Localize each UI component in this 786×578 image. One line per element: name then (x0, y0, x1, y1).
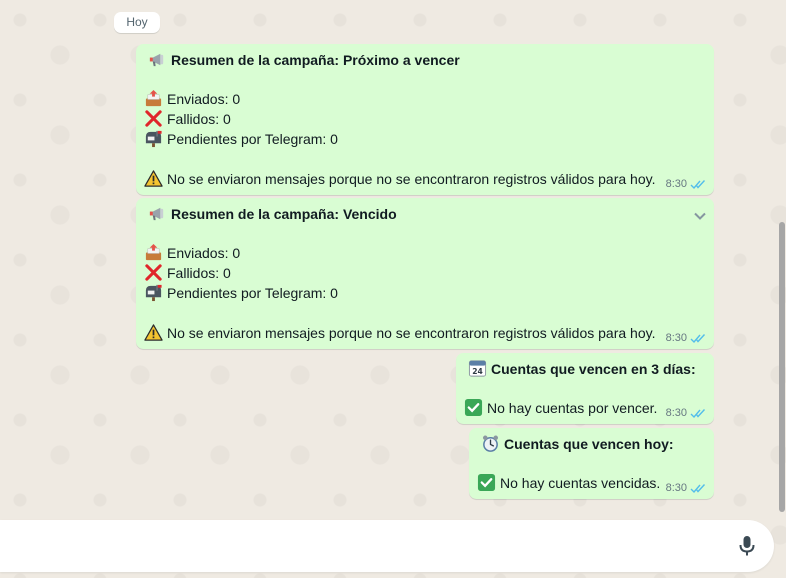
message-title: Resumen de la campaña: Vencido (171, 206, 397, 222)
warning-text: No se enviaron mensajes porque no se enc… (167, 325, 656, 341)
calendar-icon: 24 (468, 359, 487, 378)
sent-count: Enviados: 0 (167, 245, 241, 261)
message-title-row: Resumen de la campaña: Vencido (148, 204, 397, 223)
pending-row: Pendientes por Telegram: 0 (144, 283, 338, 302)
warning-row: No se enviaron mensajes porque no se enc… (144, 323, 655, 342)
message-bubble-expiring-today[interactable]: Cuentas que vencen hoy: No hay cuentas v… (469, 428, 714, 499)
message-time: 8:30 (665, 482, 687, 494)
mailbox-icon (144, 283, 163, 302)
alarm-clock-icon (481, 434, 500, 453)
body-row: No hay cuentas por vencer. (464, 398, 657, 417)
failed-count: Fallidos: 0 (167, 111, 231, 127)
message-meta: 8:30 (666, 482, 706, 494)
warning-icon (144, 323, 163, 342)
message-time: 8:30 (665, 332, 687, 344)
message-title-row: 24 Cuentas que vencen en 3 días: (468, 359, 696, 378)
cross-mark-icon (144, 109, 163, 128)
message-bubble-campaign-expired[interactable]: Resumen de la campaña: Vencido Enviados:… (136, 198, 714, 349)
message-meta: 8:30 (666, 332, 706, 344)
failed-count: Fallidos: 0 (167, 265, 231, 281)
pending-count: Pendientes por Telegram: 0 (167, 285, 338, 301)
sent-count: Enviados: 0 (167, 91, 241, 107)
double-check-icon (690, 179, 706, 189)
failed-row: Fallidos: 0 (144, 109, 231, 128)
warning-text: No se enviaron mensajes porque no se enc… (167, 171, 656, 187)
message-bubble-campaign-expiring[interactable]: Resumen de la campaña: Próximo a vencer … (136, 44, 714, 195)
message-title-row: Resumen de la campaña: Próximo a vencer (148, 50, 460, 69)
message-meta: 8:30 (666, 407, 706, 419)
double-check-icon (690, 333, 706, 343)
check-mark-button-icon (464, 398, 483, 417)
message-body: No hay cuentas por vencer. (487, 400, 658, 416)
double-check-icon (690, 483, 706, 493)
microphone-icon[interactable] (734, 533, 760, 559)
outbox-tray-icon (144, 89, 163, 108)
failed-row: Fallidos: 0 (144, 263, 231, 282)
message-title: Resumen de la campaña: Próximo a vencer (171, 52, 460, 68)
chevron-down-icon[interactable] (692, 208, 708, 224)
message-title: Cuentas que vencen en 3 días: (491, 361, 696, 377)
mailbox-icon (144, 129, 163, 148)
megaphone-icon (148, 50, 167, 69)
warning-icon (144, 169, 163, 188)
date-chip: Hoy (114, 12, 160, 33)
sent-row: Enviados: 0 (144, 89, 240, 108)
message-time: 8:30 (665, 407, 687, 419)
message-title: Cuentas que vencen hoy: (504, 436, 674, 452)
message-body: No hay cuentas vencidas. (500, 475, 661, 491)
double-check-icon (690, 408, 706, 418)
message-meta: 8:30 (666, 178, 706, 190)
megaphone-icon (148, 204, 167, 223)
message-time: 8:30 (665, 178, 687, 190)
warning-row: No se enviaron mensajes porque no se enc… (144, 169, 655, 188)
message-input[interactable] (12, 530, 716, 564)
body-row: No hay cuentas vencidas. (477, 473, 660, 492)
check-mark-button-icon (477, 473, 496, 492)
pending-count: Pendientes por Telegram: 0 (167, 131, 338, 147)
message-bubble-expiring-3-days[interactable]: 24 Cuentas que vencen en 3 días: No hay … (456, 353, 714, 424)
message-composer (0, 520, 774, 572)
pending-row: Pendientes por Telegram: 0 (144, 129, 338, 148)
sent-row: Enviados: 0 (144, 243, 240, 262)
chat-message-list[interactable]: Hoy Resumen de la campaña: Próximo a ven… (0, 0, 776, 516)
scrollbar-thumb[interactable] (779, 222, 785, 512)
cross-mark-icon (144, 263, 163, 282)
calendar-day: 24 (472, 367, 483, 376)
message-title-row: Cuentas que vencen hoy: (481, 434, 674, 453)
chat-scrollbar[interactable] (777, 0, 786, 516)
outbox-tray-icon (144, 243, 163, 262)
